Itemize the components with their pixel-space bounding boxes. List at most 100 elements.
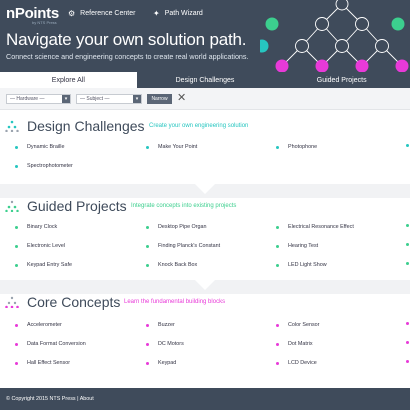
list-item[interactable]: Dynamic Braille [15,144,64,150]
bullet-dot [406,144,410,147]
bullet-dot [146,145,149,149]
nav-reference-center[interactable]: ⚙ Reference Center [68,9,135,18]
section-tagline: Learn the fundamental building blocks [124,299,226,305]
item-label: Data Format Conversion [27,341,86,347]
tab-explore-all[interactable]: Explore All [0,72,137,88]
list-item[interactable]: Keypad Entry Safe [15,262,72,268]
section-title: Design Challenges [27,118,145,134]
list-item[interactable]: Accelerometer [15,322,62,328]
node-network-graphic [260,0,409,72]
triangle-dots-icon [5,200,19,212]
section-design-challenges: Design Challenges Create your own engine… [0,116,410,188]
hero-title: Navigate your own solution path. [6,30,247,49]
bullet-dot [15,263,18,267]
bullet-dot [15,342,18,346]
list-item[interactable]: Knock Back Box [146,262,197,268]
hardware-select-value: — Hardware — [10,96,45,102]
about-link[interactable]: About [80,396,94,402]
list-item[interactable]: DC Motors [146,341,184,347]
item-label: Photophone [288,144,318,150]
list-item[interactable]: Color Sensor [276,322,319,328]
section-title: Guided Projects [27,198,127,214]
item-label: Electrical Resonance Effect [288,224,354,230]
list-item[interactable]: Make Your Point [146,144,197,150]
bullet-dot [276,244,279,248]
section-header: Core Concepts Learn the fundamental buil… [0,292,410,312]
item-label: Make Your Point [158,144,198,150]
bullet-dot [406,341,410,344]
bullet-dot [276,225,279,229]
bullet-dot [406,144,409,147]
bullet-dot [15,145,18,149]
list-item[interactable]: Finding Planck's Constant [146,243,220,249]
list-item[interactable]: Binary Clock [15,224,57,230]
logo-subtitle: by NTS Press [32,20,57,25]
subject-select[interactable]: — Subject — ▾ [76,94,142,104]
section-tagline: Create your own engineering solution [149,123,249,129]
tab-bar: Explore All Design Challenges Guided Pro… [0,72,410,88]
bullet-dot [406,243,409,246]
bullet-dot [406,360,410,363]
section-title: Core Concepts [27,294,121,310]
item-label: Dot Matrix [288,341,313,347]
tab-design-challenges[interactable]: Design Challenges [137,72,274,88]
section-tagline: Integrate concepts into existing project… [131,203,237,209]
clear-filters-icon[interactable]: ✕ [177,92,186,104]
bullet-dot [276,323,279,327]
item-label: Spectrophotometer [27,163,73,169]
bullet-dot [406,322,409,325]
item-label: Hall Effect Sensor [27,360,71,366]
list-item[interactable]: LED Light Show [276,262,327,268]
nav-path-wizard[interactable]: ✦ Path Wizard [153,9,203,18]
list-item[interactable]: Desktop Pipe Organ [146,224,207,230]
bullet-dot [15,164,18,168]
footer: © Copyright 2015 NTS Press | About [0,388,410,410]
bullet-dot [15,361,18,365]
list-item[interactable]: Photophone [276,144,317,150]
section-header: Guided Projects Integrate concepts into … [0,196,410,216]
bullet-dot [146,361,149,365]
item-label: Dynamic Braille [27,144,65,150]
copyright-text: © Copyright 2015 NTS Press [6,396,76,402]
hardware-select[interactable]: — Hardware — ▾ [6,94,71,104]
tab-guided-projects[interactable]: Guided Projects [273,72,410,88]
footer-separator: | [77,396,79,402]
narrow-button[interactable]: Narrow [147,94,172,104]
wand-icon: ✦ [153,9,160,18]
bullet-dot [406,322,410,325]
item-label: Binary Clock [27,224,58,230]
item-label: Desktop Pipe Organ [158,224,207,230]
bullet-dot [406,224,409,227]
item-label: LCD Device [288,360,317,366]
nav-path-wizard-label: Path Wizard [164,10,203,17]
list-item[interactable]: Electrical Resonance Effect [276,224,354,230]
section-header: Design Challenges Create your own engine… [0,116,410,136]
list-item[interactable]: LCD Device [276,360,317,366]
bullet-dot [146,225,149,229]
item-label: Finding Planck's Constant [158,243,221,249]
bullet-dot [276,342,279,346]
bullet-dot [276,263,279,267]
list-item[interactable]: Hearing Test [276,243,318,249]
bullet-dot [406,262,410,265]
bullet-dot [406,262,409,265]
list-item[interactable]: Hall Effect Sensor [15,360,70,366]
subject-select-value: — Subject — [80,96,110,102]
chevron-down-icon: ▾ [133,95,141,103]
bullet-dot [15,244,18,248]
list-item[interactable]: Buzzer [146,322,175,328]
list-item[interactable]: Spectrophotometer [15,163,73,169]
list-item[interactable]: Data Format Conversion [15,341,86,347]
section-core-concepts: Core Concepts Learn the fundamental buil… [0,292,410,384]
item-label: Hearing Test [288,243,319,249]
bullet-dot [406,341,409,344]
list-item[interactable]: Keypad [146,360,176,366]
bullet-dot [15,225,18,229]
item-label: DC Motors [158,341,184,347]
filter-bar: — Hardware — ▾ — Subject — ▾ Narrow ✕ [0,88,410,110]
item-label: Keypad Entry Safe [27,262,72,268]
bullet-dot [15,323,18,327]
list-item[interactable]: Electronic Level [15,243,65,249]
bullet-dot [146,342,149,346]
list-item[interactable]: Dot Matrix [276,341,313,347]
